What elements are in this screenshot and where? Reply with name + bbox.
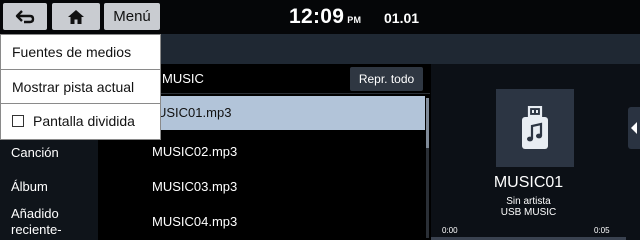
file-row[interactable]: MUSIC02.mp3 (98, 135, 425, 169)
side-panel-tab[interactable] (628, 107, 640, 149)
track-title: MUSIC01 (493, 174, 564, 191)
file-name: MUSIC04.mp3 (152, 214, 238, 229)
album-art (496, 89, 574, 167)
track-source: USB MUSIC (500, 207, 557, 218)
file-name: MUSIC03.mp3 (152, 179, 238, 194)
right-edge (626, 64, 640, 240)
menu-button[interactable]: Menú (104, 3, 160, 30)
file-name: USIC01.mp3 (157, 105, 232, 120)
usb-music-icon (522, 106, 548, 149)
status-bar: Menú 12:09 PM 01.01 (0, 0, 640, 34)
back-button[interactable] (3, 3, 47, 30)
clock: 12:09 PM (289, 5, 361, 29)
menu-item-split-screen[interactable]: Pantalla dividida (1, 103, 160, 137)
menu-item-label: Mostrar pista actual (12, 79, 135, 95)
category-recently-added-line2: reciente- (11, 222, 62, 237)
play-all-button[interactable]: Repr. todo (350, 67, 423, 91)
file-row[interactable]: MUSIC04.mp3 (98, 205, 425, 239)
total-time: 0:05 (594, 226, 610, 235)
home-button[interactable] (52, 3, 100, 30)
category-recently-added-line1: Añadido (11, 206, 59, 221)
category-song[interactable]: Canción (11, 145, 59, 161)
list-scrollbar[interactable] (426, 98, 429, 238)
category-recently-added[interactable]: Añadido reciente- (11, 206, 62, 238)
menu-item-label: Pantalla dividida (33, 113, 135, 129)
menu-item-show-current-track[interactable]: Mostrar pista actual (1, 69, 160, 103)
clock-time: 12:09 (289, 5, 345, 28)
clock-ampm: PM (347, 15, 362, 25)
menu-item-media-sources[interactable]: Fuentes de medios (1, 35, 160, 69)
file-row[interactable]: MUSIC03.mp3 (98, 170, 425, 204)
back-arrow-icon (15, 9, 35, 23)
file-name: MUSIC02.mp3 (152, 144, 238, 159)
menu-dropdown: Fuentes de medios Mostrar pista actual P… (0, 34, 161, 140)
track-artist: Sin artista (506, 196, 551, 207)
category-album[interactable]: Álbum (11, 179, 48, 195)
split-screen-checkbox[interactable] (12, 115, 24, 127)
home-icon (68, 9, 84, 24)
list-scrollbar-thumb[interactable] (426, 98, 429, 148)
chevron-left-icon (631, 122, 637, 134)
elapsed-time: 0:00 (442, 226, 458, 235)
now-playing-panel[interactable]: MUSIC01 Sin artista USB MUSIC 0:00 0:05 (431, 64, 626, 240)
menu-item-label: Fuentes de medios (12, 44, 132, 60)
date: 01.01 (384, 10, 420, 26)
folder-name: MUSIC (162, 71, 204, 86)
